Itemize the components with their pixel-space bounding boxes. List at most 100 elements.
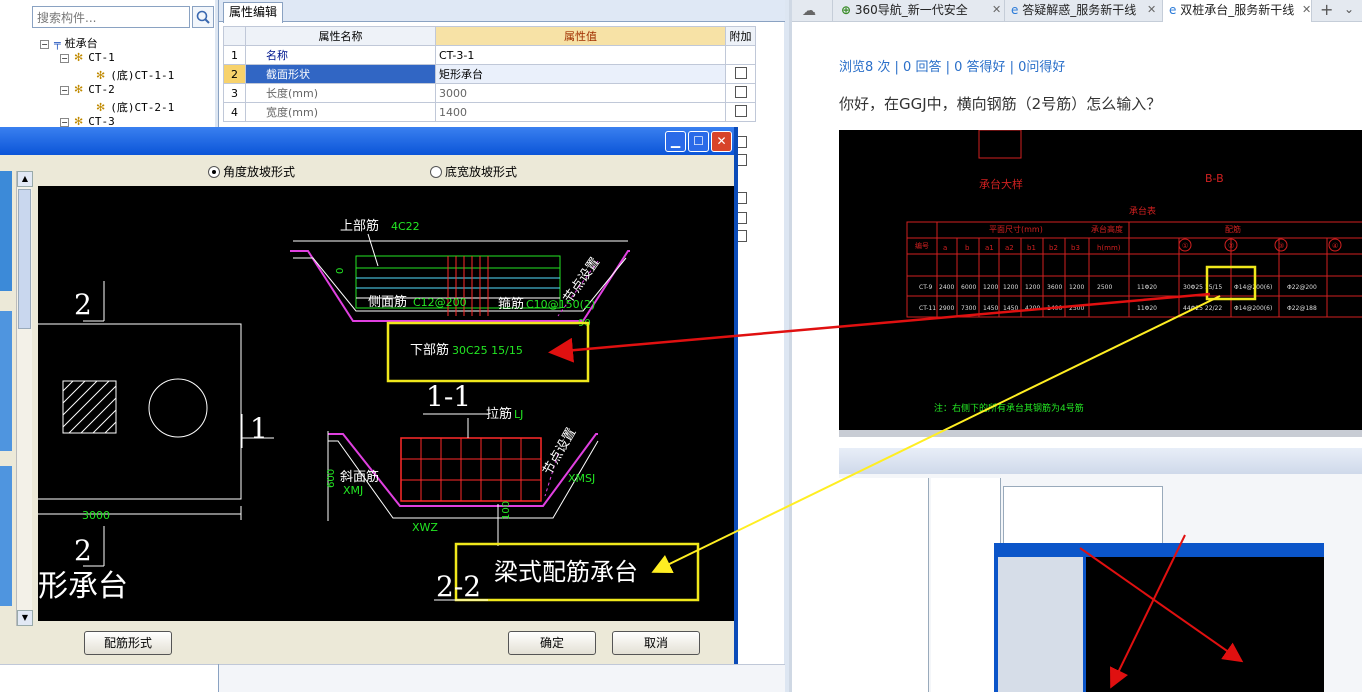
svg-text:2500: 2500: [1097, 284, 1112, 291]
close-button[interactable]: ✕: [711, 131, 732, 152]
scroll-up-button[interactable]: ▲: [17, 171, 33, 187]
tab-double-pile-cap[interactable]: e 双桩承台_服务新干线: [1162, 0, 1312, 22]
table-header: ①: [1182, 242, 1188, 250]
shape-thumbnail[interactable]: [0, 311, 12, 451]
svg-text:6000: 6000: [961, 284, 976, 291]
dim-label-2-bottom: 2: [74, 534, 92, 567]
dim-label-3000: 3000: [82, 509, 110, 522]
ok-button[interactable]: 确定: [508, 631, 596, 655]
table-header: ②: [1228, 242, 1234, 250]
section-title-2-2: 2-2: [436, 570, 481, 603]
svg-text:1200: 1200: [1025, 284, 1040, 291]
group-header-plan: 平面尺寸(mm): [989, 224, 1043, 234]
collapse-icon[interactable]: −: [60, 85, 69, 95]
table-header: b1: [1027, 244, 1036, 252]
attached-drawing-image[interactable]: 承台大样 B-B 承台表 平面尺寸(mm) 承台高度 配筋 编号 a b a1 …: [839, 130, 1362, 437]
node-setting-2[interactable]: 节点设置: [540, 425, 579, 478]
radio-angle-slope[interactable]: 角度放坡形式: [208, 163, 295, 180]
extra-checkbox[interactable]: [734, 66, 747, 79]
search-input[interactable]: 搜索构件...: [32, 6, 190, 28]
tree-item-ct2[interactable]: − ✻ CT-2: [60, 83, 115, 96]
svg-text:2900: 2900: [939, 305, 954, 312]
svg-text:2500: 2500: [1069, 305, 1084, 312]
svg-text:11Φ20: 11Φ20: [1137, 305, 1157, 312]
shape-thumbnail[interactable]: [0, 171, 12, 291]
svg-text:1200: 1200: [1003, 284, 1018, 291]
ie-icon: e: [1011, 3, 1019, 17]
component-tree-panel: 搜索构件... − ╤ 桩承台 − ✻ CT-1 ✻ (底)CT-1-1 − ✻ CT-2 ✻…: [0, 0, 215, 130]
side-rebar-label: 侧面筋: [368, 294, 407, 310]
detail-title-b: B-B: [1205, 172, 1224, 185]
bottom-rebar-label: 下部筋: [410, 342, 449, 358]
tab-qa-service[interactable]: e 答疑解惑_服务新干线: [1004, 0, 1156, 22]
svg-text:Φ22@188: Φ22@188: [1287, 305, 1317, 312]
tree-item-ct1[interactable]: − ✻ CT-1: [60, 51, 115, 64]
tab-close-icon[interactable]: ✕: [1147, 3, 1156, 16]
tree-item-pile-cap[interactable]: − ╤ 桩承台: [40, 35, 98, 51]
question-title: 你好，在GGJ中，横向钢筋（2号筋）怎么输入？: [839, 95, 1162, 113]
radio-checked-icon: [208, 166, 220, 178]
drawing-title: 形承台: [38, 569, 128, 604]
property-panel-bottom: [219, 664, 785, 692]
rebar-form-button[interactable]: 配筋形式: [84, 631, 172, 655]
col-header-value: 属性值: [435, 26, 726, 46]
question-stats: 浏览8 次 | 0 回答 | 0 答得好 | 0问得好: [839, 60, 1066, 75]
attached-screenshot-image[interactable]: ↑ 关我 Q咨: [839, 448, 1362, 692]
tie-rebar-label: 拉筋: [486, 406, 512, 422]
table-row[interactable]: 3 长度(mm) 3000: [223, 83, 756, 103]
maximize-button[interactable]: ☐: [688, 131, 709, 152]
col-header-extra: 附加: [725, 26, 756, 46]
left-panel-lower: [0, 664, 218, 692]
tab-close-icon[interactable]: ✕: [1302, 3, 1311, 16]
svg-text:1200: 1200: [1069, 284, 1084, 291]
scroll-thumb[interactable]: [18, 189, 31, 329]
radio-bottom-width-slope[interactable]: 底宽放坡形式: [430, 163, 517, 180]
screenshot-grid: [931, 478, 1001, 692]
new-tab-button[interactable]: +: [1320, 0, 1333, 19]
collapse-icon[interactable]: −: [40, 39, 49, 49]
scroll-down-button[interactable]: ▼: [17, 610, 33, 626]
table-header: ③: [1278, 242, 1284, 250]
svg-text:CT-9: CT-9: [919, 284, 932, 291]
gear-icon: ✻: [74, 51, 84, 64]
dialog-titlebar[interactable]: ▁ ☐ ✕: [0, 127, 734, 155]
search-icon: [196, 10, 210, 24]
shape-thumbnail[interactable]: [0, 466, 12, 606]
bottom-rebar-value: 30C25 15/15: [452, 344, 523, 357]
collapse-icon[interactable]: −: [60, 117, 69, 127]
chevron-down-icon[interactable]: ⌄: [1344, 2, 1354, 16]
property-panel-extra-checkboxes: [735, 130, 775, 260]
tree-item-ct1-1[interactable]: ✻ (底)CT-1-1: [96, 67, 174, 83]
svg-text:Φ14@200(6): Φ14@200(6): [1234, 305, 1272, 312]
search-button[interactable]: [192, 6, 214, 28]
svg-text:Φ22@200: Φ22@200: [1287, 284, 1317, 291]
table-header: a1: [985, 244, 994, 252]
rebar-drawing-canvas: 2 1 3000 2 形承台 上部筋 4C22 侧面筋 C12@200 箍筋 C…: [38, 186, 734, 621]
cap-table-title: 承台表: [1129, 205, 1156, 217]
cancel-button[interactable]: 取消: [612, 631, 700, 655]
extra-checkbox[interactable]: [734, 104, 747, 117]
table-row[interactable]: 4 宽度(mm) 1400: [223, 102, 756, 122]
screenshot-dialog: [994, 543, 1324, 692]
gear-icon: ✻: [96, 69, 106, 82]
stirrup-value: C10@150(2): [526, 298, 595, 311]
extra-checkbox[interactable]: [734, 85, 747, 98]
svg-text:1450: 1450: [983, 305, 998, 312]
tab-close-icon[interactable]: ✕: [992, 3, 1001, 16]
table-row[interactable]: 2 截面形状 矩形承台: [223, 64, 756, 84]
tab-360-nav[interactable]: ⊕ 360导航_新一代安全: [832, 0, 992, 22]
minimize-button[interactable]: ▁: [665, 131, 686, 152]
slope-mode-radio-group: 角度放坡形式 底宽放坡形式: [38, 155, 734, 185]
svg-text:7300: 7300: [961, 305, 976, 312]
table-header: 编号: [915, 241, 929, 250]
tree-item-ct2-1[interactable]: ✻ (底)CT-2-1: [96, 99, 174, 115]
table-row[interactable]: 1 名称 CT-3-1: [223, 45, 756, 65]
top-rebar-value: 4C22: [391, 220, 420, 233]
dialog-body: ▲ ▼ 角度放坡形式 底宽放坡形式 2 1 3000 2 形承台 上部筋 4C2…: [0, 155, 734, 664]
cloud-icon[interactable]: ☁: [802, 3, 816, 19]
table-header: h(mm): [1097, 244, 1121, 252]
thumbnail-scrollbar[interactable]: ▲ ▼: [16, 171, 33, 626]
collapse-icon[interactable]: −: [60, 53, 69, 63]
tab-property-edit[interactable]: 属性编辑: [223, 2, 283, 23]
right-slant-rebar-value: XMSJ: [568, 472, 595, 485]
